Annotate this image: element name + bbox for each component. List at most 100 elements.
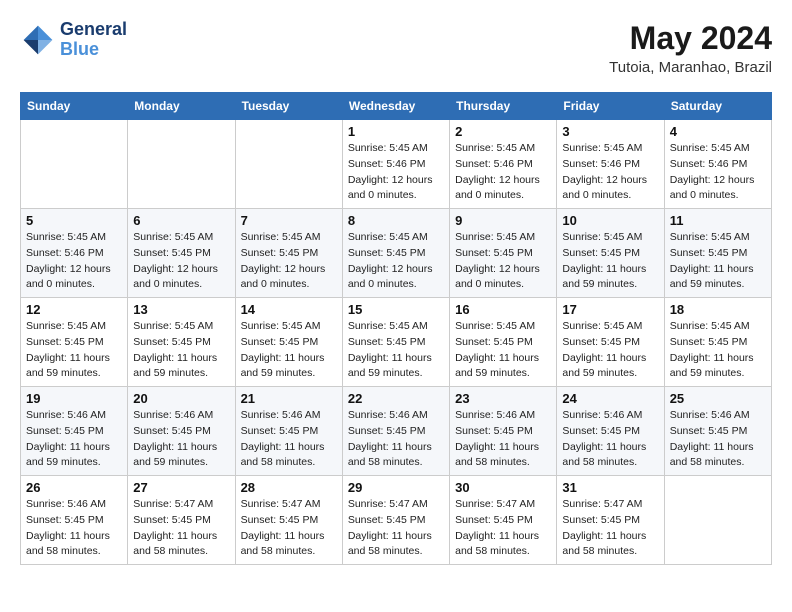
table-row: 25Sunrise: 5:46 AM Sunset: 5:45 PM Dayli… — [664, 387, 771, 476]
table-row: 9 Sunrise: 5:45 AM Sunset: 5:45 PM Daylig… — [450, 209, 557, 298]
table-row: 3 Sunrise: 5:45 AM Sunset: 5:46 PM Daylig… — [557, 120, 664, 209]
logo: General Blue — [20, 20, 127, 60]
day-info: Sunrise: 5:47 AM Sunset: 5:45 PM Dayligh… — [562, 497, 658, 560]
day-number: 27 — [133, 480, 229, 495]
day-number: 4 — [670, 124, 766, 139]
day-info: Sunrise: 5:45 AM Sunset: 5:45 PM Dayligh… — [133, 319, 229, 382]
table-row: 21 Sunrise: 5:46 AM Sunset: 5:45 PM Dayli… — [235, 387, 342, 476]
col-saturday: Saturday — [664, 93, 771, 120]
day-info: Sunrise: 5:47 AM Sunset: 5:45 PM Dayligh… — [133, 497, 229, 560]
day-number: 18 — [670, 302, 766, 317]
day-number: 24 — [562, 391, 658, 406]
day-number: 30 — [455, 480, 551, 495]
day-number: 20 — [133, 391, 229, 406]
day-info: Sunrise: 5:45 AM Sunset: 5:46 PM Dayligh… — [455, 141, 551, 204]
table-row: 15Sunrise: 5:45 AM Sunset: 5:45 PM Dayli… — [342, 298, 449, 387]
calendar-week-row: 26 Sunrise: 5:46 AM Sunset: 5:45 PM Dayli… — [21, 476, 772, 565]
day-number: 3 — [562, 124, 658, 139]
day-info: Sunrise: 5:45 AM Sunset: 5:45 PM Dayligh… — [241, 319, 337, 382]
col-tuesday: Tuesday — [235, 93, 342, 120]
table-row: 13Sunrise: 5:45 AM Sunset: 5:45 PM Dayli… — [128, 298, 235, 387]
day-number: 28 — [241, 480, 337, 495]
page-header: General Blue May 2024 Tutoia, Maranhao, … — [20, 20, 772, 76]
day-number: 26 — [26, 480, 122, 495]
day-info: Sunrise: 5:47 AM Sunset: 5:45 PM Dayligh… — [241, 497, 337, 560]
table-row: 20 Sunrise: 5:46 AM Sunset: 5:45 PM Dayli… — [128, 387, 235, 476]
day-info: Sunrise: 5:45 AM Sunset: 5:46 PM Dayligh… — [26, 230, 122, 293]
col-monday: Monday — [128, 93, 235, 120]
day-info: Sunrise: 5:46 AM Sunset: 5:45 PM Dayligh… — [670, 408, 766, 471]
day-number: 14 — [241, 302, 337, 317]
day-number: 15 — [348, 302, 444, 317]
day-info: Sunrise: 5:45 AM Sunset: 5:45 PM Dayligh… — [133, 230, 229, 293]
day-info: Sunrise: 5:45 AM Sunset: 5:45 PM Dayligh… — [670, 230, 766, 293]
table-row: 6 Sunrise: 5:45 AM Sunset: 5:45 PM Daylig… — [128, 209, 235, 298]
day-number: 12 — [26, 302, 122, 317]
day-info: Sunrise: 5:46 AM Sunset: 5:45 PM Dayligh… — [562, 408, 658, 471]
day-number: 21 — [241, 391, 337, 406]
calendar-week-row: 1 Sunrise: 5:45 AM Sunset: 5:46 PM Daylig… — [21, 120, 772, 209]
calendar-week-row: 5 Sunrise: 5:45 AM Sunset: 5:46 PM Daylig… — [21, 209, 772, 298]
table-row: 18 Sunrise: 5:45 AM Sunset: 5:45 PM Dayli… — [664, 298, 771, 387]
table-row: 17 Sunrise: 5:45 AM Sunset: 5:45 PM Dayli… — [557, 298, 664, 387]
table-row: 24 Sunrise: 5:46 AM Sunset: 5:45 PM Dayli… — [557, 387, 664, 476]
day-number: 17 — [562, 302, 658, 317]
day-info: Sunrise: 5:46 AM Sunset: 5:45 PM Dayligh… — [26, 408, 122, 471]
day-info: Sunrise: 5:45 AM Sunset: 5:45 PM Dayligh… — [562, 319, 658, 382]
day-number: 29 — [348, 480, 444, 495]
day-number: 10 — [562, 213, 658, 228]
table-row: 30Sunrise: 5:47 AM Sunset: 5:45 PM Dayli… — [450, 476, 557, 565]
col-sunday: Sunday — [21, 93, 128, 120]
table-row: 4 Sunrise: 5:45 AM Sunset: 5:46 PM Daylig… — [664, 120, 771, 209]
table-row: 14 Sunrise: 5:45 AM Sunset: 5:45 PM Dayli… — [235, 298, 342, 387]
table-row: 7 Sunrise: 5:45 AM Sunset: 5:45 PM Daylig… — [235, 209, 342, 298]
col-thursday: Thursday — [450, 93, 557, 120]
day-info: Sunrise: 5:46 AM Sunset: 5:45 PM Dayligh… — [241, 408, 337, 471]
day-info: Sunrise: 5:46 AM Sunset: 5:45 PM Dayligh… — [133, 408, 229, 471]
day-info: Sunrise: 5:45 AM Sunset: 5:45 PM Dayligh… — [562, 230, 658, 293]
day-info: Sunrise: 5:45 AM Sunset: 5:46 PM Dayligh… — [670, 141, 766, 204]
day-info: Sunrise: 5:45 AM Sunset: 5:45 PM Dayligh… — [26, 319, 122, 382]
table-row: 23 Sunrise: 5:46 AM Sunset: 5:45 PM Dayli… — [450, 387, 557, 476]
day-info: Sunrise: 5:45 AM Sunset: 5:45 PM Dayligh… — [455, 230, 551, 293]
logo-icon — [20, 22, 56, 58]
title-block: May 2024 Tutoia, Maranhao, Brazil — [609, 20, 772, 76]
day-number: 5 — [26, 213, 122, 228]
table-row: 8Sunrise: 5:45 AM Sunset: 5:45 PM Daylig… — [342, 209, 449, 298]
table-row: 10 Sunrise: 5:45 AM Sunset: 5:45 PM Dayli… — [557, 209, 664, 298]
day-number: 23 — [455, 391, 551, 406]
day-number: 7 — [241, 213, 337, 228]
table-row: 27 Sunrise: 5:47 AM Sunset: 5:45 PM Dayli… — [128, 476, 235, 565]
table-row — [128, 120, 235, 209]
logo-text: General Blue — [60, 20, 127, 60]
calendar-table: Sunday Monday Tuesday Wednesday Thursday… — [20, 92, 772, 565]
col-friday: Friday — [557, 93, 664, 120]
calendar-header-row: Sunday Monday Tuesday Wednesday Thursday… — [21, 93, 772, 120]
day-info: Sunrise: 5:45 AM Sunset: 5:45 PM Dayligh… — [348, 230, 444, 293]
day-number: 31 — [562, 480, 658, 495]
day-info: Sunrise: 5:46 AM Sunset: 5:45 PM Dayligh… — [348, 408, 444, 471]
day-number: 9 — [455, 213, 551, 228]
day-number: 6 — [133, 213, 229, 228]
day-info: Sunrise: 5:47 AM Sunset: 5:45 PM Dayligh… — [348, 497, 444, 560]
day-info: Sunrise: 5:45 AM Sunset: 5:45 PM Dayligh… — [241, 230, 337, 293]
table-row: 16Sunrise: 5:45 AM Sunset: 5:45 PM Dayli… — [450, 298, 557, 387]
day-info: Sunrise: 5:45 AM Sunset: 5:46 PM Dayligh… — [562, 141, 658, 204]
col-wednesday: Wednesday — [342, 93, 449, 120]
table-row — [21, 120, 128, 209]
calendar-week-row: 12 Sunrise: 5:45 AM Sunset: 5:45 PM Dayli… — [21, 298, 772, 387]
day-info: Sunrise: 5:46 AM Sunset: 5:45 PM Dayligh… — [455, 408, 551, 471]
day-info: Sunrise: 5:45 AM Sunset: 5:45 PM Dayligh… — [670, 319, 766, 382]
table-row: 11Sunrise: 5:45 AM Sunset: 5:45 PM Dayli… — [664, 209, 771, 298]
day-info: Sunrise: 5:45 AM Sunset: 5:46 PM Dayligh… — [348, 141, 444, 204]
table-row: 29 Sunrise: 5:47 AM Sunset: 5:45 PM Dayli… — [342, 476, 449, 565]
day-number: 22 — [348, 391, 444, 406]
month-year: May 2024 — [609, 20, 772, 57]
day-info: Sunrise: 5:46 AM Sunset: 5:45 PM Dayligh… — [26, 497, 122, 560]
day-number: 2 — [455, 124, 551, 139]
table-row: 22 Sunrise: 5:46 AM Sunset: 5:45 PM Dayli… — [342, 387, 449, 476]
location: Tutoia, Maranhao, Brazil — [609, 59, 772, 76]
table-row: 31 Sunrise: 5:47 AM Sunset: 5:45 PM Dayli… — [557, 476, 664, 565]
day-number: 1 — [348, 124, 444, 139]
calendar-week-row: 19Sunrise: 5:46 AM Sunset: 5:45 PM Dayli… — [21, 387, 772, 476]
